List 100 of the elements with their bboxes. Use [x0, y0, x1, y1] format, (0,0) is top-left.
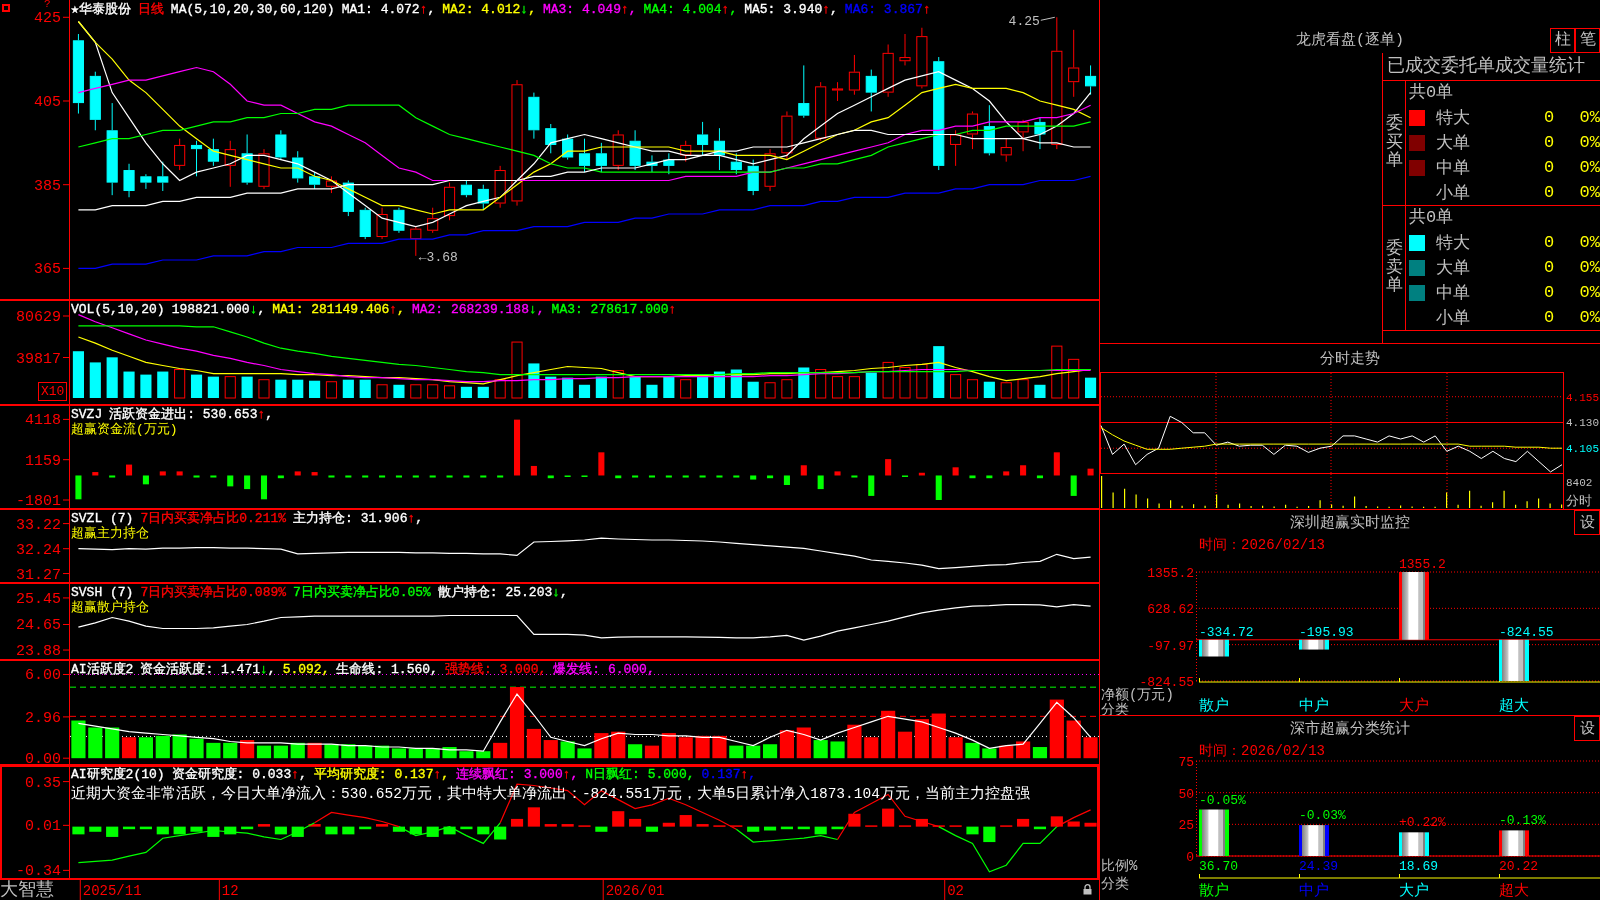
- high-price-label: 4.25: [1008, 14, 1056, 30]
- fund-flow-bar: [75, 475, 82, 500]
- fund-flow-bar: [834, 471, 841, 476]
- legend-item: 强势线: 3.000,: [444, 662, 547, 677]
- candle: [258, 148, 270, 190]
- order-percent: 0%: [1579, 158, 1600, 177]
- panel-title: 深圳超赢实时监控: [1290, 513, 1410, 532]
- candle: [882, 44, 894, 98]
- research-bar: [780, 826, 793, 830]
- activity-bar: [847, 724, 862, 759]
- volume-bar: [106, 357, 118, 398]
- axis-label: 385: [34, 177, 61, 195]
- category-bar: [1299, 639, 1329, 650]
- view-toggle-button[interactable]: 笔: [1575, 28, 1600, 53]
- category-label: 中户: [1299, 698, 1329, 715]
- category-bar: [1399, 832, 1429, 856]
- axis-label: 39817: [16, 350, 61, 368]
- axis-label: -0.34: [16, 863, 61, 881]
- activity-bar: [695, 735, 710, 759]
- candle: [713, 127, 725, 171]
- research-bar: [797, 826, 810, 830]
- legend-item: 资金研究度: 0.033↑,: [171, 767, 307, 782]
- candle: [89, 71, 101, 131]
- volume-bar: [292, 379, 304, 398]
- legend-item: MA2: 4.012↓,: [442, 2, 536, 17]
- axis-title: 分类: [1101, 702, 1129, 715]
- volume-bar: [713, 371, 725, 398]
- fund-flow-bar: [783, 475, 790, 485]
- fund-flow-bar: [142, 475, 149, 485]
- fund-flow-bar: [1003, 471, 1010, 476]
- research-bar: [460, 826, 473, 830]
- candle: [477, 184, 489, 211]
- lock-icon[interactable]: [1083, 884, 1092, 895]
- fund-flow-bar: [362, 475, 369, 478]
- candle: [342, 180, 354, 217]
- axis-label: 365: [34, 261, 61, 279]
- research-bar: [392, 826, 405, 832]
- legend-item: MA2: 268239.188↓,: [411, 302, 545, 317]
- indicator-subtitle: 超赢主力持仓: [71, 526, 149, 541]
- view-toggle-button[interactable]: 柱: [1550, 28, 1575, 53]
- candle: [123, 163, 135, 198]
- activity-bar: [914, 719, 929, 759]
- order-size-label: 特大: [1436, 233, 1470, 254]
- volume-bar: [427, 384, 439, 399]
- research-bar: [241, 826, 254, 830]
- research-bar: [1050, 816, 1063, 827]
- fund-flow-bar: [176, 471, 183, 476]
- candle: [730, 152, 742, 175]
- legend-item: 7日内买卖净占比0.211%: [140, 511, 287, 526]
- activity-bar: [982, 748, 997, 759]
- activity-bar: [459, 751, 474, 759]
- candle: [359, 207, 371, 240]
- fund-flow-bar: [294, 471, 301, 476]
- candle: [916, 27, 928, 89]
- candle: [1034, 117, 1046, 150]
- research-bar: [224, 826, 237, 835]
- research-bar: [477, 826, 490, 835]
- candle: [646, 154, 658, 173]
- settings-button[interactable]: 设: [1574, 510, 1600, 535]
- fund-flow-bar: [379, 475, 386, 478]
- legend-item: MA6: 3.867↑: [844, 2, 931, 17]
- order-count: 0: [1543, 258, 1555, 277]
- legend-item: ★华泰股份: [71, 2, 131, 17]
- activity-bar: [425, 748, 440, 759]
- fund-flow-bar: [345, 475, 352, 478]
- candle: [612, 129, 624, 171]
- order-percent: 0%: [1579, 108, 1600, 127]
- candle: [562, 133, 574, 161]
- research-bar: [679, 815, 692, 827]
- category-label: 散户: [1199, 698, 1229, 715]
- research-bar: [629, 818, 642, 827]
- candle: [1068, 29, 1080, 98]
- volume-bar: [275, 379, 287, 398]
- value-label: 24.39: [1299, 859, 1338, 874]
- group-label: 委卖单: [1385, 239, 1403, 297]
- legend-item: 资金活跃度: 1.471↓,: [140, 662, 276, 677]
- axis-label: 1355.2: [1147, 566, 1194, 581]
- research-bar: [764, 826, 777, 831]
- legend-item: MA5: 3.940↑,: [744, 2, 838, 17]
- research-bar: [409, 826, 422, 835]
- volume-bar: [224, 376, 236, 399]
- volume-bar: [578, 384, 591, 398]
- research-bar: [426, 826, 439, 837]
- research-bar: [882, 808, 895, 827]
- research-bar: [662, 822, 675, 827]
- volume-bar: [140, 374, 152, 398]
- activity-bar: [88, 727, 103, 759]
- category-bar: [1399, 572, 1429, 640]
- volume-bar: [966, 379, 979, 399]
- research-bar: [1033, 826, 1047, 830]
- settings-button[interactable]: 设: [1574, 716, 1600, 741]
- candle: [275, 129, 287, 161]
- candle: [545, 123, 557, 154]
- order-percent: 0%: [1579, 183, 1600, 202]
- axis-label: 80629: [16, 309, 61, 326]
- order-percent: 0%: [1579, 233, 1600, 252]
- fund-flow-bar: [1053, 452, 1060, 476]
- category-label: 超大: [1499, 698, 1529, 715]
- fund-flow-bar: [92, 472, 99, 476]
- axis-label: 0.35: [25, 774, 61, 792]
